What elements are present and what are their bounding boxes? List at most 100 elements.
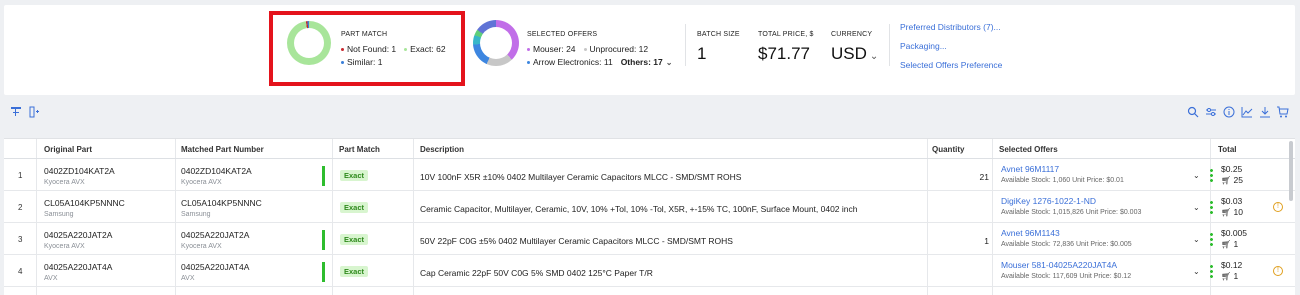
total-quantity: 1 bbox=[1233, 271, 1239, 281]
matched-part[interactable]: 0402ZD104KAT2A bbox=[181, 166, 252, 176]
selected-offers-legend-row1: Mouser: 24 Unprocured: 12 bbox=[527, 44, 648, 54]
matched-part[interactable]: CL05A104KP5NNNC bbox=[181, 198, 262, 208]
offer-detail: Available Stock: 1,015,826 Unit Price: $… bbox=[1001, 209, 1142, 216]
matched-manufacturer: Kyocera AVX bbox=[181, 243, 222, 250]
table-row[interactable]: 3 04025A220JAT2A Kyocera AVX 04025A220JA… bbox=[4, 224, 1295, 255]
others-dropdown[interactable]: Others: 17 ⌄ bbox=[621, 57, 673, 67]
total-quantity: 25 bbox=[1233, 175, 1243, 185]
total-price: $0.25 bbox=[1221, 164, 1243, 174]
add-column-icon[interactable] bbox=[28, 106, 40, 121]
cart-icon[interactable] bbox=[1277, 106, 1289, 121]
matched-part[interactable]: 04025A220JAT2A bbox=[181, 230, 249, 240]
currency-label: CURRENCY bbox=[831, 31, 873, 38]
similar-dot bbox=[341, 60, 344, 64]
total-price: $0.03 bbox=[1221, 196, 1243, 206]
search-icon[interactable] bbox=[1187, 106, 1199, 121]
description: 50V 22pF C0G ±5% 0402 Multilayer Ceramic… bbox=[420, 236, 733, 246]
match-badge: Exact bbox=[340, 202, 369, 213]
total-price-label: TOTAL PRICE, $ bbox=[758, 31, 814, 38]
matched-manufacturer: Samsung bbox=[181, 211, 211, 218]
info-icon[interactable] bbox=[1223, 106, 1235, 121]
row-number: 1 bbox=[18, 171, 23, 180]
table-row[interactable]: 4 04025A220JAT4A AVX 04025A220JAT4A AVX … bbox=[4, 256, 1295, 287]
chevron-down-icon[interactable]: ⌄ bbox=[1193, 267, 1200, 276]
row-number: 4 bbox=[18, 267, 23, 276]
match-indicator bbox=[322, 230, 325, 250]
original-manufacturer: Kyocera AVX bbox=[44, 179, 85, 186]
chart-icon[interactable] bbox=[1241, 106, 1253, 121]
cart-icon: 🛒︎ bbox=[1221, 176, 1232, 185]
chevron-down-icon[interactable]: ⌄ bbox=[1193, 171, 1200, 180]
original-part[interactable]: 04025A220JAT4A bbox=[44, 262, 112, 272]
tree-view-icon[interactable] bbox=[10, 106, 22, 121]
arrow-dot bbox=[527, 60, 530, 64]
original-part[interactable]: 0402ZD104KAT2A bbox=[44, 166, 115, 176]
selected-offers-donut[interactable] bbox=[473, 20, 519, 66]
table-row[interactable]: 1 0402ZD104KAT2A Kyocera AVX 0402ZD104KA… bbox=[4, 160, 1295, 191]
chevron-down-icon[interactable]: ⌄ bbox=[1193, 235, 1200, 244]
part-match-legend-row1: Not Found: 1 Exact: 62 bbox=[341, 44, 446, 54]
exact-dot bbox=[404, 47, 408, 51]
offer-link[interactable]: DigiKey 1276-1022-1-ND bbox=[1001, 196, 1096, 206]
original-part[interactable]: 04025A220JAT2A bbox=[44, 230, 112, 240]
more-options-icon[interactable] bbox=[1210, 232, 1213, 246]
match-indicator bbox=[322, 166, 325, 186]
offer-detail: Available Stock: 72,836 Unit Price: $0.0… bbox=[1001, 241, 1132, 248]
offers-preference-link[interactable]: Selected Offers Preference bbox=[900, 60, 1002, 70]
header-description[interactable]: Description bbox=[420, 145, 464, 154]
more-options-icon[interactable] bbox=[1210, 168, 1213, 182]
similar-count: Similar: 1 bbox=[347, 57, 383, 67]
part-match-donut[interactable] bbox=[287, 21, 331, 65]
unprocured-count: Unprocured: 12 bbox=[589, 44, 649, 54]
header-original-part[interactable]: Original Part bbox=[44, 145, 92, 154]
offer-detail: Available Stock: 1,060 Unit Price: $0.01 bbox=[1001, 177, 1124, 184]
warning-icon[interactable]: ! bbox=[1273, 202, 1283, 212]
description: 10V 100nF X5R ±10% 0402 Multilayer Ceram… bbox=[420, 172, 742, 182]
warning-icon[interactable]: ! bbox=[1273, 266, 1283, 276]
description: Cap Ceramic 22pF 50V C0G 5% SMD 0402 125… bbox=[420, 268, 653, 278]
preferred-distributors-link[interactable]: Preferred Distributors (7)... bbox=[900, 22, 1001, 32]
currency-select[interactable]: USD ⌄ bbox=[831, 44, 878, 64]
original-manufacturer: Kyocera AVX bbox=[44, 243, 85, 250]
header-matched-part[interactable]: Matched Part Number bbox=[181, 145, 264, 154]
description: Ceramic Capacitor, Multilayer, Ceramic, … bbox=[420, 204, 858, 214]
row-number: 2 bbox=[18, 203, 23, 212]
filter-settings-icon[interactable] bbox=[1205, 106, 1217, 121]
vertical-scrollbar[interactable] bbox=[1289, 141, 1293, 201]
header-part-match[interactable]: Part Match bbox=[339, 145, 380, 154]
divider bbox=[685, 24, 686, 66]
table-row[interactable]: 2 CL05A104KP5NNNC Samsung CL05A104KP5NNN… bbox=[4, 192, 1295, 223]
offer-link[interactable]: Avnet 96M1143 bbox=[1001, 228, 1060, 238]
chevron-down-icon: ⌄ bbox=[869, 51, 879, 62]
batch-size-value[interactable]: 1 bbox=[697, 44, 706, 64]
quantity[interactable]: 21 bbox=[967, 172, 989, 182]
cart-icon: 🛒︎ bbox=[1221, 240, 1232, 249]
quantity[interactable]: 1 bbox=[967, 236, 989, 246]
original-part[interactable]: CL05A104KP5NNNC bbox=[44, 198, 125, 208]
part-match-legend-row2: Similar: 1 bbox=[341, 57, 382, 67]
divider bbox=[889, 24, 890, 66]
offer-link[interactable]: Avnet 96M1117 bbox=[1001, 164, 1059, 174]
others-count: Others: 17 bbox=[620, 57, 663, 67]
chevron-down-icon[interactable]: ⌄ bbox=[1193, 203, 1200, 212]
unprocured-dot bbox=[583, 47, 587, 51]
matched-part[interactable]: 04025A220JAT4A bbox=[181, 262, 249, 272]
arrow-count: Arrow Electronics: 11 bbox=[533, 57, 613, 67]
total-cell: $0.12 🛒︎ 1 bbox=[1221, 260, 1242, 282]
download-icon[interactable] bbox=[1259, 106, 1271, 121]
matched-manufacturer: Kyocera AVX bbox=[181, 179, 222, 186]
selected-offers-legend-row2: Arrow Electronics: 11 Others: 17 ⌄ bbox=[527, 57, 672, 67]
not-found-dot bbox=[341, 47, 344, 51]
more-options-icon[interactable] bbox=[1210, 200, 1213, 214]
offer-link[interactable]: Mouser 581-04025A220JAT4A bbox=[1001, 260, 1117, 270]
packaging-link[interactable]: Packaging... bbox=[900, 41, 947, 51]
currency-value: USD bbox=[831, 44, 867, 63]
table-header: Original Part Matched Part Number Part M… bbox=[4, 139, 1295, 159]
cart-icon: 🛒︎ bbox=[1221, 272, 1232, 281]
header-selected-offers[interactable]: Selected Offers bbox=[999, 145, 1058, 154]
header-total[interactable]: Total bbox=[1218, 145, 1237, 154]
header-quantity[interactable]: Quantity bbox=[932, 145, 964, 154]
total-cell: $0.25 🛒︎ 25 bbox=[1221, 164, 1243, 186]
more-options-icon[interactable] bbox=[1210, 264, 1213, 278]
matched-manufacturer: AVX bbox=[181, 275, 195, 282]
